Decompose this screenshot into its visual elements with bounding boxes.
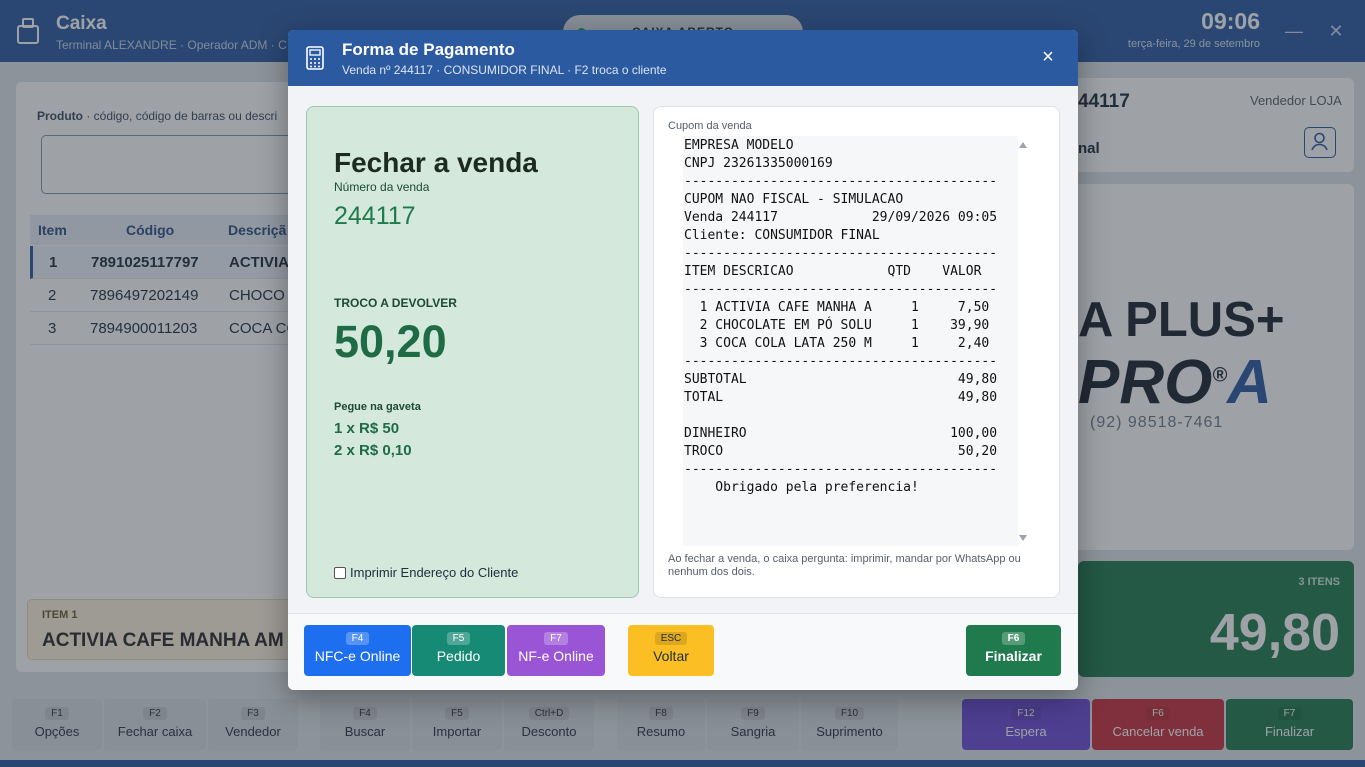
finalize-sale-button[interactable]: F6 Finalizar	[966, 625, 1061, 676]
dialog-header: Forma de Pagamento Venda nº 244117 · CON…	[288, 30, 1078, 86]
back-button[interactable]: ESC Voltar	[628, 625, 714, 676]
print-address-label: Imprimir Endereço do Cliente	[350, 565, 519, 580]
payment-dialog: Forma de Pagamento Venda nº 244117 · CON…	[288, 30, 1078, 690]
dialog-close-button[interactable]: ×	[1037, 47, 1059, 69]
calculator-icon	[306, 46, 324, 70]
change-label: TROCO A DEVOLVER	[334, 296, 457, 310]
close-sale-heading: Fechar a venda	[334, 147, 538, 178]
drawer-line: 1 x R$ 50	[334, 420, 400, 437]
nfce-online-button[interactable]: F4 NFC-e Online	[304, 625, 411, 676]
close-sale-card: Fechar a venda Número da venda 244117 TR…	[306, 106, 639, 598]
receipt-preview[interactable]: EMPRESA MODELO CNPJ 23261335000169 -----…	[683, 136, 1018, 546]
receipt-text: EMPRESA MODELO CNPJ 23261335000169 -----…	[684, 138, 998, 495]
order-button[interactable]: F5 Pedido	[412, 625, 505, 676]
sale-number-label: Número da venda	[334, 180, 430, 194]
nfe-online-button[interactable]: F7 NF-e Online	[507, 625, 605, 676]
dialog-footer: F4 NFC-e Online F5 Pedido F7 NF-e Online ES…	[288, 613, 1078, 690]
dialog-subtitle: Venda nº 244117 · CONSUMIDOR FINAL · F2 …	[342, 63, 667, 77]
receipt-note: Ao fechar a venda, o caixa pergunta: imp…	[668, 553, 1021, 578]
drawer-label: Pegue na gaveta	[334, 401, 421, 413]
checkbox-icon[interactable]	[334, 566, 346, 579]
receipt-label: Cupom da venda	[668, 120, 752, 132]
receipt-card: Cupom da venda EMPRESA MODELO CNPJ 23261…	[653, 106, 1060, 598]
dialog-title: Forma de Pagamento	[342, 40, 515, 59]
change-value: 50,20	[334, 316, 447, 367]
print-address-checkbox[interactable]: Imprimir Endereço do Cliente	[334, 565, 518, 580]
sale-number-value: 244117	[334, 202, 416, 230]
scroll-up-icon[interactable]	[1019, 142, 1027, 148]
drawer-line: 2 x R$ 0,10	[334, 442, 412, 459]
scroll-down-icon[interactable]	[1019, 535, 1027, 541]
